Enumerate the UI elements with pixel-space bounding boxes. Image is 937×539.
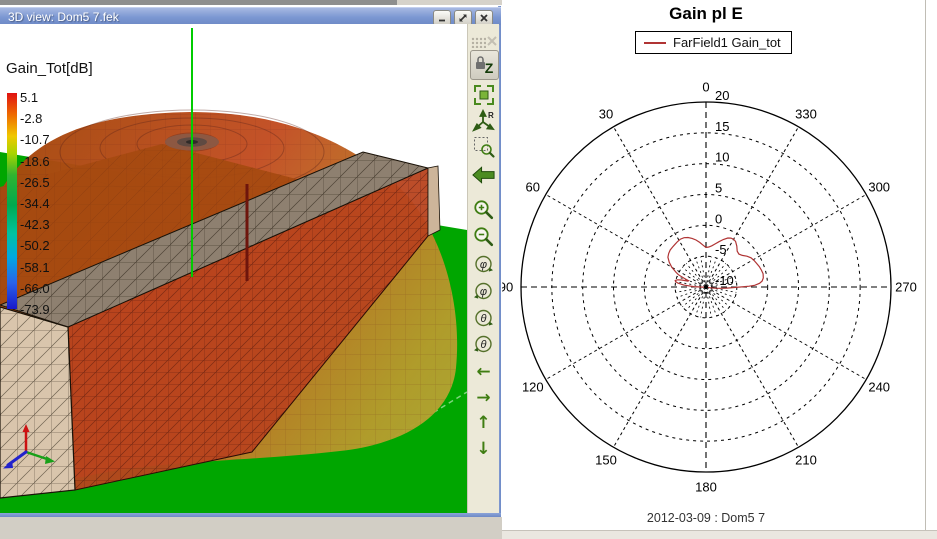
colorbar-label: -66.0 xyxy=(20,281,50,295)
rotate-theta-cw-button[interactable]: θ xyxy=(471,306,496,330)
polar-grid-minor-spoke xyxy=(701,257,706,287)
chart-caption: 2012-03-09 : Dom5 7 xyxy=(502,511,910,525)
pan-right-button[interactable]: → xyxy=(471,386,496,410)
polar-angle-label: 150 xyxy=(595,453,617,468)
colorbar-label: -34.4 xyxy=(20,196,50,210)
lock-z-button[interactable]: Z xyxy=(470,50,499,80)
background-bottom-strip xyxy=(502,530,937,539)
mesh-box-far-end xyxy=(428,166,440,236)
svg-text:φ: φ xyxy=(479,259,486,271)
polar-angle-label: 30 xyxy=(599,106,613,121)
window-border xyxy=(0,513,501,517)
rotate-theta-ccw-button[interactable]: θ xyxy=(471,332,496,356)
polar-grid-spoke xyxy=(706,287,799,447)
polar-grid-spoke xyxy=(706,287,866,380)
polar-angle-label: 0 xyxy=(702,80,709,95)
background-strip-dark xyxy=(0,0,397,5)
zoom-out-button[interactable] xyxy=(471,225,496,249)
polar-angle-label: 90 xyxy=(502,280,513,295)
zoom-in-button[interactable] xyxy=(471,198,496,222)
svg-text:R: R xyxy=(488,111,494,120)
3d-view-window: 3D view: Dom5 7.fek xyxy=(0,6,501,517)
mesh-box-near-end-mesh xyxy=(0,307,75,498)
polar-grid-minor-spoke xyxy=(676,287,706,292)
close-icon xyxy=(479,13,489,23)
polar-grid-spoke xyxy=(546,287,706,380)
colorbar-label: -26.5 xyxy=(20,175,50,189)
window-title: 3D view: Dom5 7.fek xyxy=(0,10,119,24)
3d-view-toolbar: Z Rφ φ θ θ ←→↑↓ xyxy=(467,24,499,513)
polar-radial-label: 0 xyxy=(715,211,722,226)
colorbar-label: -58.1 xyxy=(20,260,50,274)
polar-chart-panel: Gain pl E FarField1 Gain_tot 03060901201… xyxy=(502,0,926,530)
colorbar-label: -42.3 xyxy=(20,217,50,231)
restore-icon xyxy=(458,13,468,23)
polar-grid-minor-spoke xyxy=(706,287,711,317)
polar-radial-label: 5 xyxy=(715,181,722,196)
zoom-extents-button[interactable] xyxy=(471,83,496,107)
colorbar-label: -73.9 xyxy=(20,302,50,316)
svg-text:θ: θ xyxy=(480,339,486,351)
colorbar-title: Gain_Tot[dB] xyxy=(6,60,93,77)
polar-angle-label: 270 xyxy=(895,280,917,295)
polar-radial-label: -10 xyxy=(715,273,734,288)
polar-grid-minor-spoke xyxy=(706,257,711,287)
colorbar-label: -10.7 xyxy=(20,132,50,146)
polar-radial-label: 20 xyxy=(715,88,729,103)
polar-angle-label: 240 xyxy=(868,380,890,395)
polar-grid-minor-spoke xyxy=(701,287,706,317)
polar-plot: 0 30 60 90 120 150 180 210 240 270 300 330 -10 -5 0 5 10… xyxy=(502,0,925,530)
polar-radial-label: 15 xyxy=(715,119,729,134)
svg-text:θ: θ xyxy=(480,313,486,325)
colorbar-label: 5.1 xyxy=(20,90,38,104)
previous-view-button[interactable] xyxy=(471,163,496,187)
pan-down-button[interactable]: ↓ xyxy=(471,437,496,461)
polar-grid-spoke xyxy=(546,195,706,288)
pan-left-button[interactable]: ← xyxy=(471,360,496,384)
polar-grid-spoke xyxy=(614,287,707,447)
3d-scene xyxy=(0,24,467,513)
svg-text:Z: Z xyxy=(484,60,493,76)
polar-grid-spoke xyxy=(614,127,707,287)
rotate-axes-button[interactable]: R xyxy=(471,109,496,133)
colorbar-label: -50.2 xyxy=(20,238,50,252)
rotate-phi-cw-button[interactable]: φ xyxy=(471,252,496,276)
colorbar-label: -2.8 xyxy=(20,111,42,125)
colorbar-label: -18.6 xyxy=(20,154,50,168)
rotate-phi-ccw-button[interactable]: φ xyxy=(471,279,496,303)
polar-angle-label: 60 xyxy=(526,180,540,195)
3d-view-titlebar[interactable]: 3D view: Dom5 7.fek xyxy=(0,7,501,25)
polar-angle-label: 120 xyxy=(522,380,544,395)
zoom-rectangle-button[interactable] xyxy=(471,135,496,159)
polar-angle-label: 300 xyxy=(868,180,890,195)
polar-radial-label: -5 xyxy=(715,242,727,257)
background-bottom-left xyxy=(0,517,502,539)
screen: 3D view: Dom5 7.fek xyxy=(0,0,937,539)
colorbar-gradient xyxy=(7,93,17,309)
pan-up-button[interactable]: ↑ xyxy=(471,411,496,435)
3d-canvas[interactable]: Gain_Tot[dB] 5.1 -2.8 -10.7 -18.6 -26.5 -34.4… xyxy=(0,24,467,513)
polar-radial-label: 10 xyxy=(715,150,729,165)
polar-angle-label: 330 xyxy=(795,106,817,121)
polar-angle-label: 180 xyxy=(695,480,717,495)
svg-text:φ: φ xyxy=(479,286,486,298)
polar-center-dot xyxy=(704,285,708,289)
polar-angle-label: 210 xyxy=(795,453,817,468)
minimize-icon xyxy=(437,13,447,23)
background-strip-light xyxy=(397,0,503,5)
